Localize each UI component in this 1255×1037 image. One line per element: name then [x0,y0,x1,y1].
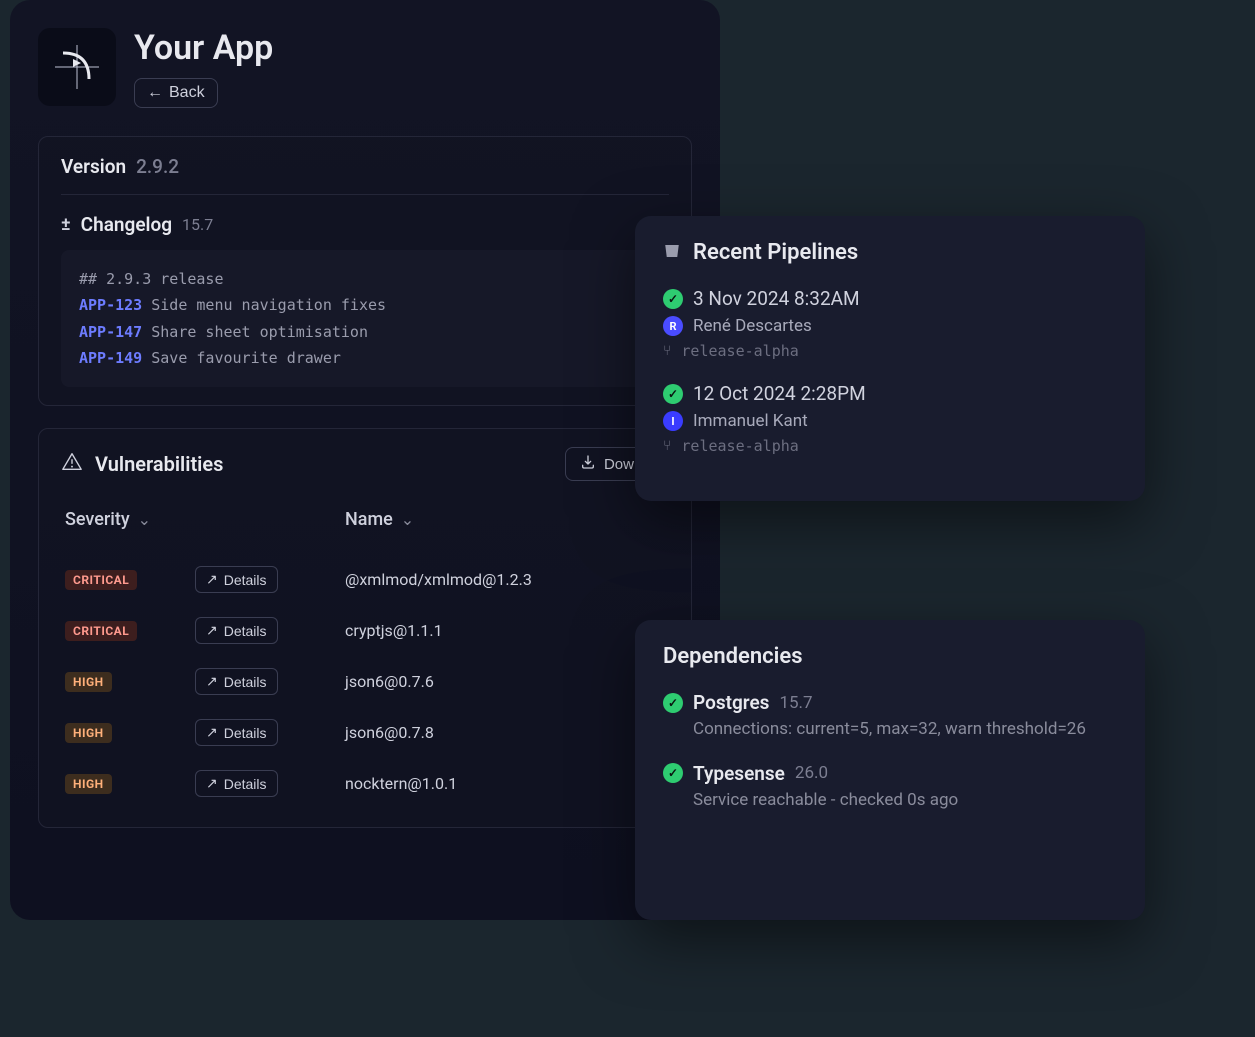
pipeline-date: 12 Oct 2024 2:28PM [693,382,866,405]
chevron-down-icon: ⌄ [138,510,151,529]
col-name-header[interactable]: Name ⌄ [345,509,665,530]
app-logo-icon [38,28,116,106]
external-link-icon: ↗ [206,571,218,588]
details-button[interactable]: ↗Details [195,566,278,593]
dependency-name: Postgres [693,691,769,714]
warning-icon [61,451,83,477]
external-link-icon: ↗ [206,673,218,690]
bucket-icon [663,242,681,264]
table-row: HIGH ↗Details nocktern@1.0.1 [61,758,669,809]
severity-badge: CRITICAL [65,570,137,590]
version-value: 2.9.2 [136,155,179,178]
vulnerabilities-title: Vulnerabilities [95,452,223,476]
check-icon: ✓ [663,384,683,404]
vuln-name: @xmlmod/xmlmod@1.2.3 [345,570,665,589]
pipeline-user: René Descartes [693,316,812,336]
branch-icon: ⑂ [663,343,671,359]
pipeline-date: 3 Nov 2024 8:32AM [693,287,860,310]
pipeline-item[interactable]: ✓ 3 Nov 2024 8:32AM R René Descartes ⑂ rele… [663,287,1117,360]
version-section: Version 2.9.2 ± Changelog 15.7 ## 2.9.3 … [38,136,692,406]
dependencies-title: Dependencies [663,644,803,669]
pipeline-user: Immanuel Kant [693,411,808,431]
dependency-version: 15.7 [779,693,812,713]
changelog-entry: APP-123 Side menu navigation fixes [79,292,651,318]
download-icon [580,454,596,474]
avatar: I [663,411,683,431]
external-link-icon: ↗ [206,724,218,741]
pipeline-branch: release-alpha [681,437,798,455]
table-row: HIGH ↗Details json6@0.7.6 [61,656,669,707]
app-header: Your App ← Back [38,28,692,108]
changelog-heading: ## 2.9.3 release [79,266,651,292]
pipeline-branch: release-alpha [681,342,798,360]
vuln-name: json6@0.7.8 [345,723,665,742]
dependency-desc: Service reachable - checked 0s ago [693,789,1117,813]
version-label: Version [61,155,126,178]
details-button[interactable]: ↗Details [195,719,278,746]
severity-badge: HIGH [65,723,112,743]
changelog-badge: 15.7 [182,215,213,234]
vuln-name: cryptjs@1.1.1 [345,621,665,640]
dependencies-card: Dependencies ✓ Postgres 15.7 Connections… [635,620,1145,920]
severity-badge: HIGH [65,672,112,692]
back-button[interactable]: ← Back [134,78,218,108]
vulnerabilities-section: Vulnerabilities Downlo Severity ⌄ Name ⌄… [38,428,692,828]
details-button[interactable]: ↗Details [195,770,278,797]
severity-badge: HIGH [65,774,112,794]
back-arrow-icon: ← [147,84,163,102]
external-link-icon: ↗ [206,775,218,792]
changelog-header: ± Changelog 15.7 [61,213,669,236]
diff-icon: ± [61,214,71,235]
external-link-icon: ↗ [206,622,218,639]
check-icon: ✓ [663,289,683,309]
dependency-item[interactable]: ✓ Typesense 26.0 Service reachable - che… [663,762,1117,813]
dependency-desc: Connections: current=5, max=32, warn thr… [693,718,1117,742]
table-row: CRITICAL ↗Details cryptjs@1.1.1 [61,605,669,656]
changelog-body: ## 2.9.3 release APP-123 Side menu navig… [61,250,669,387]
vuln-name: json6@0.7.6 [345,672,665,691]
changelog-entry: APP-149 Save favourite drawer [79,345,651,371]
dependency-item[interactable]: ✓ Postgres 15.7 Connections: current=5, … [663,691,1117,742]
branch-icon: ⑂ [663,438,671,454]
changelog-entry: APP-147 Share sheet optimisation [79,319,651,345]
pipelines-title: Recent Pipelines [693,240,858,265]
app-title: Your App [134,28,273,68]
dependency-version: 26.0 [795,763,828,783]
avatar: R [663,316,683,336]
dependency-name: Typesense [693,762,785,785]
severity-badge: CRITICAL [65,621,137,641]
pipeline-item[interactable]: ✓ 12 Oct 2024 2:28PM I Immanuel Kant ⑂ rele… [663,382,1117,455]
changelog-title: Changelog [81,213,172,236]
main-panel: Your App ← Back Version 2.9.2 ± Changelo… [10,0,720,920]
table-row: CRITICAL ↗Details @xmlmod/xmlmod@1.2.3 [61,554,669,605]
col-severity-header[interactable]: Severity ⌄ [65,509,345,530]
pipelines-card: Recent Pipelines ✓ 3 Nov 2024 8:32AM R Ren… [635,216,1145,501]
vuln-table-header: Severity ⌄ Name ⌄ [61,509,669,530]
details-button[interactable]: ↗Details [195,617,278,644]
check-icon: ✓ [663,693,683,713]
table-row: HIGH ↗Details json6@0.7.8 [61,707,669,758]
chevron-down-icon: ⌄ [401,510,414,529]
vuln-name: nocktern@1.0.1 [345,774,665,793]
back-label: Back [169,84,205,102]
check-icon: ✓ [663,763,683,783]
details-button[interactable]: ↗Details [195,668,278,695]
